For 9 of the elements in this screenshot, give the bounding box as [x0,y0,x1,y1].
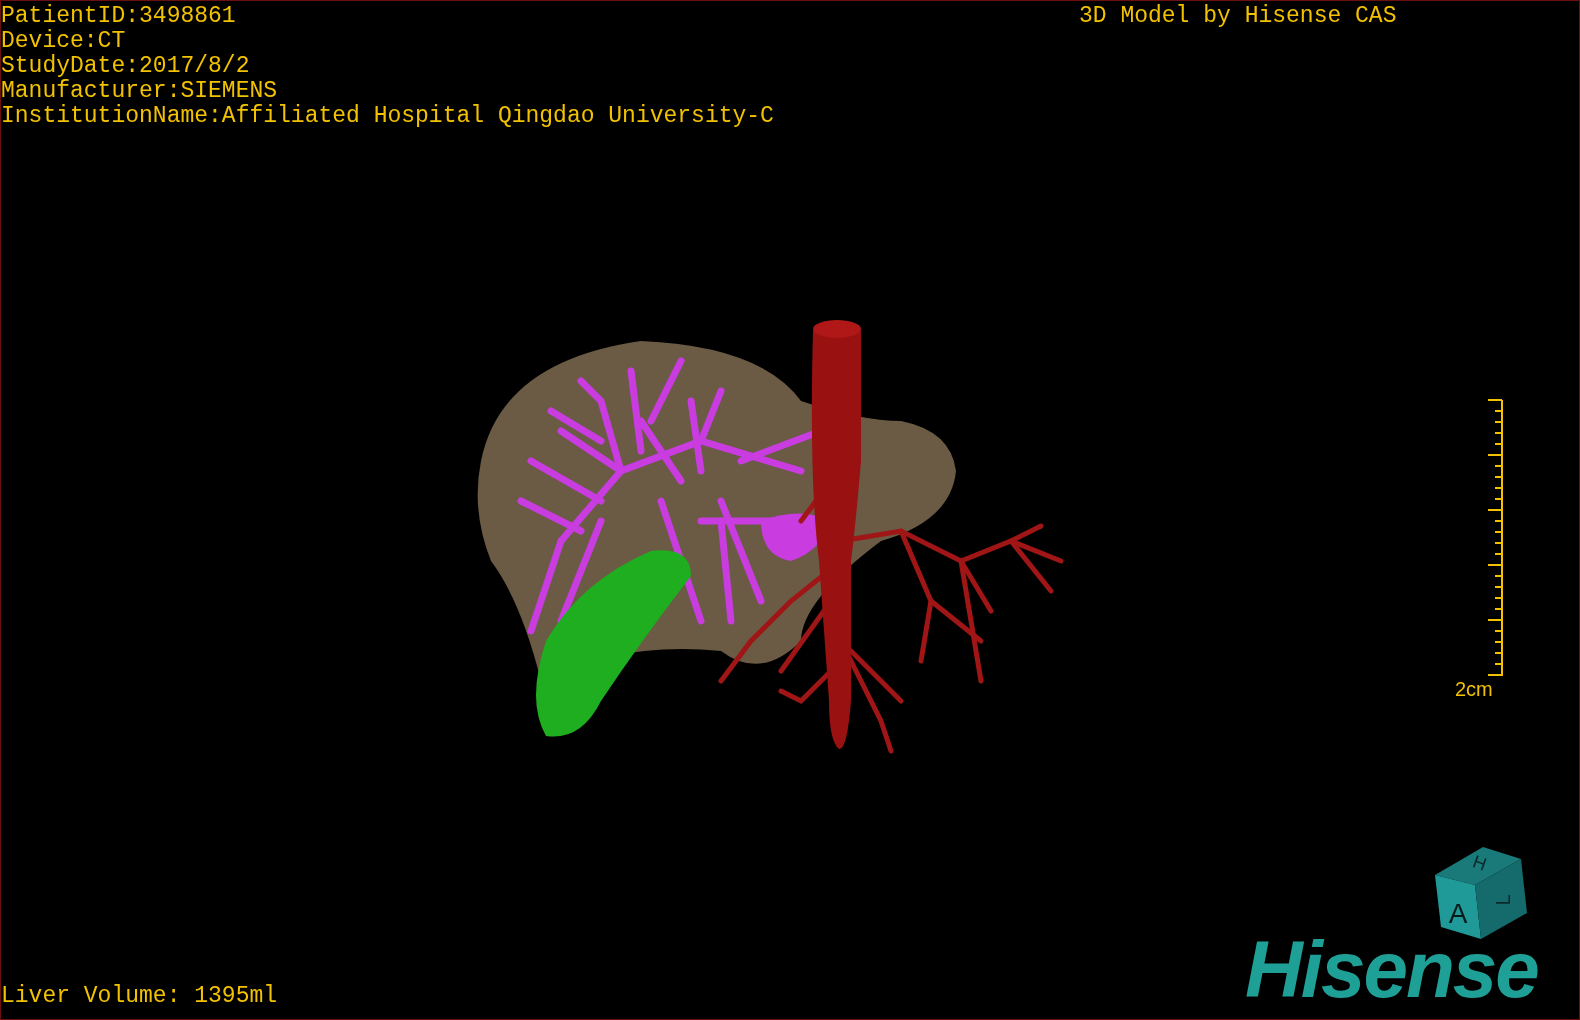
study-info-text: Manufacturer:SIEMENS [1,79,279,104]
liver-volume-text: Liver Volume: 1395ml [1,984,278,1009]
viewer-title: 3D Model by Hisense CAS [1079,4,1397,29]
scale-label: 2cm [1455,678,1493,700]
study-info-text: Device:CT [1,29,127,54]
study-info-text: StudyDate:2017/8/2 [1,54,251,79]
orientation-cube[interactable]: H A L [1433,845,1529,939]
study-info-text: InstitutionName:Affiliated Hospital Qingdao University-C [1,104,774,129]
study-info-text: PatientID:3498861 [1,4,237,29]
